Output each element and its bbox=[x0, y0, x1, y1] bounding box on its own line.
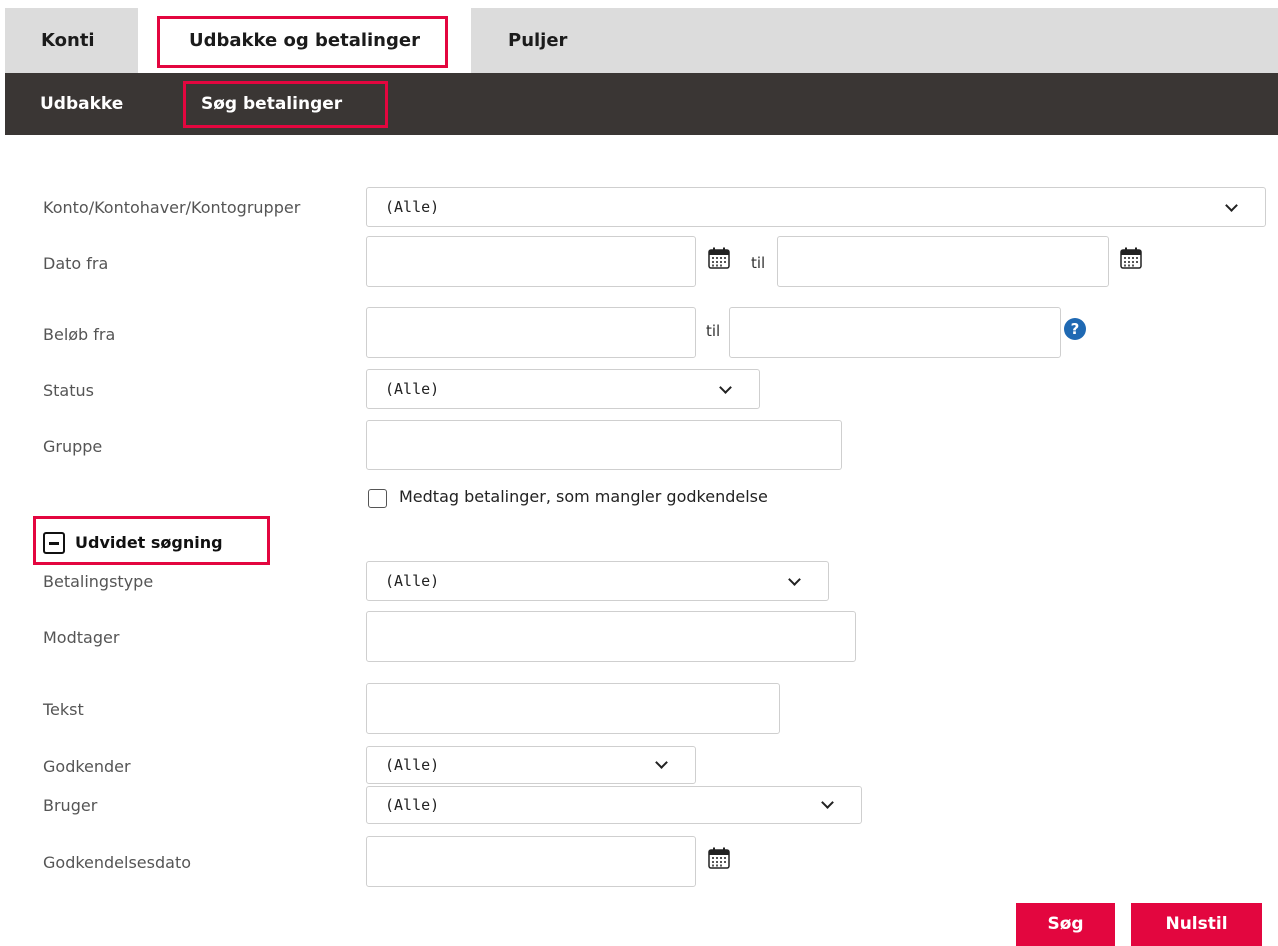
bruger-label: Bruger bbox=[43, 796, 98, 815]
chevron-down-icon bbox=[821, 796, 834, 809]
sub-tab-bar: Udbakke Søg betalinger bbox=[5, 73, 1278, 135]
beloeb-fra-input[interactable] bbox=[366, 307, 696, 358]
tekst-input[interactable] bbox=[366, 683, 780, 734]
modtager-label: Modtager bbox=[43, 628, 120, 647]
beloeb-til-label: til bbox=[706, 322, 721, 340]
konto-select-value: (Alle) bbox=[385, 198, 440, 216]
help-icon[interactable]: ? bbox=[1064, 318, 1086, 340]
subtab-soeg-betalinger[interactable]: Søg betalinger bbox=[201, 73, 342, 135]
gruppe-input[interactable] bbox=[366, 420, 842, 470]
betalingstype-label: Betalingstype bbox=[43, 572, 154, 591]
dato-til-label: til bbox=[751, 254, 766, 272]
godkender-label: Godkender bbox=[43, 757, 131, 776]
dato-til-input[interactable] bbox=[777, 236, 1109, 287]
calendar-icon[interactable] bbox=[1120, 247, 1142, 269]
betalingstype-select-value: (Alle) bbox=[385, 572, 440, 590]
udvidet-soegning-label: Udvidet søgning bbox=[75, 533, 223, 552]
include-unapproved-checkbox[interactable] bbox=[368, 489, 387, 508]
tab-puljer[interactable]: Puljer bbox=[508, 8, 567, 73]
modtager-input[interactable] bbox=[366, 611, 856, 662]
godkendelsesdato-input[interactable] bbox=[366, 836, 696, 887]
gruppe-label: Gruppe bbox=[43, 437, 103, 456]
main-tab-bar: Konti Udbakke og betalinger Puljer bbox=[5, 8, 1278, 73]
betalingstype-select[interactable]: (Alle) bbox=[366, 561, 829, 601]
godkendelsesdato-label: Godkendelsesdato bbox=[43, 853, 192, 872]
status-select[interactable]: (Alle) bbox=[366, 369, 760, 409]
minus-square-icon bbox=[43, 532, 65, 554]
konto-select[interactable]: (Alle) bbox=[366, 187, 1266, 227]
godkender-select[interactable]: (Alle) bbox=[366, 746, 696, 784]
chevron-down-icon bbox=[719, 381, 732, 394]
konto-label: Konto/Kontohaver/Kontogrupper bbox=[43, 198, 301, 217]
calendar-icon[interactable] bbox=[708, 247, 730, 269]
beloeb-fra-label: Beløb fra bbox=[43, 325, 116, 344]
calendar-icon[interactable] bbox=[708, 847, 730, 869]
subtab-udbakke[interactable]: Udbakke bbox=[40, 73, 123, 135]
chevron-down-icon bbox=[655, 756, 668, 769]
bruger-select-value: (Alle) bbox=[385, 796, 440, 814]
tab-konti[interactable]: Konti bbox=[41, 8, 95, 73]
dato-fra-label: Dato fra bbox=[43, 254, 109, 273]
include-unapproved-label: Medtag betalinger, som mangler godkendel… bbox=[399, 487, 768, 506]
status-label: Status bbox=[43, 381, 94, 400]
bruger-select[interactable]: (Alle) bbox=[366, 786, 862, 824]
godkender-select-value: (Alle) bbox=[385, 756, 440, 774]
chevron-down-icon bbox=[1225, 199, 1238, 212]
beloeb-til-input[interactable] bbox=[729, 307, 1061, 358]
reset-button[interactable]: Nulstil bbox=[1131, 903, 1262, 946]
tekst-label: Tekst bbox=[43, 700, 84, 719]
chevron-down-icon bbox=[788, 573, 801, 586]
dato-fra-input[interactable] bbox=[366, 236, 696, 287]
search-button[interactable]: Søg bbox=[1016, 903, 1115, 946]
status-select-value: (Alle) bbox=[385, 380, 440, 398]
tab-udbakke-og-betalinger[interactable]: Udbakke og betalinger bbox=[138, 8, 471, 73]
